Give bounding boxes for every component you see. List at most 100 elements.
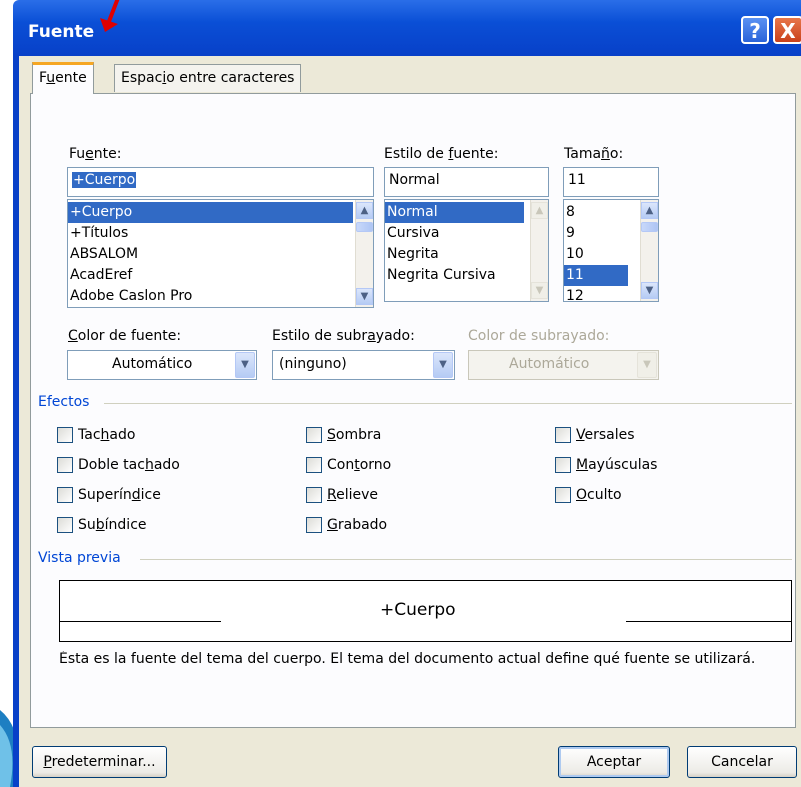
size-list-item[interactable]: 12 bbox=[564, 286, 628, 301]
effect-label: Tachado bbox=[78, 427, 136, 443]
checkbox-icon[interactable] bbox=[57, 517, 73, 533]
effect-label: Relieve bbox=[327, 487, 379, 503]
underline-style-label: Estilo de subrayado: bbox=[272, 328, 415, 344]
window-title: Fuente bbox=[28, 22, 95, 42]
scroll-up-icon: ▲ bbox=[531, 202, 548, 219]
title-bar[interactable] bbox=[13, 0, 801, 56]
tab-fuente[interactable]: Fuente bbox=[32, 62, 94, 94]
style-list-item[interactable]: Cursiva bbox=[385, 223, 524, 244]
underline-color-combo: Automático ▼ bbox=[468, 350, 659, 380]
scroll-down-icon: ▼ bbox=[531, 282, 548, 299]
font-size-listbox[interactable]: 8 9 10 11 12 ▲ ▼ bbox=[563, 199, 659, 302]
underline-style-combo[interactable]: (ninguno) ▼ bbox=[272, 350, 455, 380]
effect-checkbox-superindice[interactable]: Superíndice bbox=[57, 487, 161, 503]
font-style-scrollbar[interactable]: ▲ ▼ bbox=[530, 200, 548, 301]
font-style-listbox[interactable]: Normal Cursiva Negrita Negrita Cursiva ▲ ▼ bbox=[384, 199, 549, 302]
chevron-down-icon: ▼ bbox=[637, 352, 657, 378]
effect-label: Subíndice bbox=[78, 517, 147, 533]
effects-group-line bbox=[104, 403, 792, 404]
preview-group-title: Vista previa bbox=[38, 550, 127, 566]
font-size-scrollbar[interactable]: ▲ ▼ bbox=[640, 200, 658, 301]
font-list-item[interactable]: +Títulos bbox=[68, 223, 353, 244]
effect-label: Sombra bbox=[327, 427, 382, 443]
effect-label: Versales bbox=[576, 427, 635, 443]
font-label: Fuente: bbox=[69, 146, 122, 162]
checkbox-icon[interactable] bbox=[306, 487, 322, 503]
font-list-item[interactable]: +Cuerpo bbox=[68, 202, 353, 223]
font-color-combo[interactable]: Automático ▼ bbox=[67, 350, 257, 380]
underline-color-value: Automático bbox=[509, 356, 590, 372]
checkbox-icon[interactable] bbox=[555, 457, 571, 473]
font-color-label: Color de fuente: bbox=[68, 328, 182, 344]
effect-checkbox-subindice[interactable]: Subíndice bbox=[57, 517, 147, 533]
font-size-label: Tamaño: bbox=[564, 146, 624, 162]
scroll-thumb[interactable] bbox=[356, 222, 373, 232]
style-list-item[interactable]: Negrita bbox=[385, 244, 524, 265]
checkbox-icon[interactable] bbox=[306, 427, 322, 443]
red-arrow-annotation bbox=[100, 0, 120, 32]
font-list-item[interactable]: Adobe Caslon Pro bbox=[68, 286, 353, 307]
chevron-down-icon[interactable]: ▼ bbox=[235, 352, 255, 378]
size-list-item[interactable]: 8 bbox=[564, 202, 628, 223]
scroll-down-icon[interactable]: ▼ bbox=[356, 288, 373, 305]
effect-checkbox-contorno[interactable]: Contorno bbox=[306, 457, 391, 473]
effect-checkbox-relieve[interactable]: Relieve bbox=[306, 487, 378, 503]
effect-checkbox-versales[interactable]: Versales bbox=[555, 427, 635, 443]
scroll-down-icon[interactable]: ▼ bbox=[641, 282, 658, 299]
preview-baseline-left bbox=[60, 621, 221, 622]
font-size-input[interactable]: 11 bbox=[563, 167, 659, 197]
scroll-thumb[interactable] bbox=[641, 222, 658, 232]
tab-espacio-label: Espacio entre caracteres bbox=[121, 70, 295, 86]
font-input-value: +Cuerpo bbox=[72, 172, 137, 188]
checkbox-icon[interactable] bbox=[57, 457, 73, 473]
style-list-item[interactable]: Negrita Cursiva bbox=[385, 265, 524, 286]
checkbox-icon[interactable] bbox=[57, 427, 73, 443]
effect-label: Superíndice bbox=[78, 487, 161, 503]
underline-color-label: Color de subrayado: bbox=[468, 328, 610, 344]
effect-checkbox-mayusculas[interactable]: Mayúsculas bbox=[555, 457, 657, 473]
tab-fuente-label: Fuente bbox=[39, 70, 87, 86]
effect-checkbox-doble-tachado[interactable]: Doble tachado bbox=[57, 457, 180, 473]
font-list-item[interactable]: ABSALOM bbox=[68, 244, 353, 265]
preview-description: Ésta es la fuente del tema del cuerpo. E… bbox=[59, 651, 756, 667]
effect-label: Grabado bbox=[327, 517, 388, 533]
preview-box: +Cuerpo bbox=[59, 580, 792, 642]
ok-button[interactable]: Aceptar bbox=[558, 746, 670, 778]
font-style-label: Estilo de fuente: bbox=[384, 146, 499, 162]
preview-baseline-right bbox=[626, 621, 792, 622]
underline-style-value: (ninguno) bbox=[279, 356, 347, 372]
scroll-up-icon[interactable]: ▲ bbox=[641, 202, 658, 219]
effects-group-title: Efectos bbox=[38, 394, 96, 410]
scroll-up-icon[interactable]: ▲ bbox=[356, 202, 373, 219]
style-list-item[interactable]: Normal bbox=[385, 202, 524, 223]
chevron-down-icon[interactable]: ▼ bbox=[433, 352, 453, 378]
font-input[interactable]: +Cuerpo bbox=[67, 167, 374, 197]
preview-sample-text: +Cuerpo bbox=[380, 600, 456, 620]
checkbox-icon[interactable] bbox=[57, 487, 73, 503]
size-list-item[interactable]: 9 bbox=[564, 223, 628, 244]
cancel-button[interactable]: Cancelar bbox=[687, 746, 797, 778]
effect-checkbox-oculto[interactable]: Oculto bbox=[555, 487, 622, 503]
effect-checkbox-tachado[interactable]: Tachado bbox=[57, 427, 135, 443]
effect-label: Mayúsculas bbox=[576, 457, 658, 473]
effect-checkbox-sombra[interactable]: Sombra bbox=[306, 427, 381, 443]
checkbox-icon[interactable] bbox=[555, 487, 571, 503]
font-color-value: Automático bbox=[112, 356, 193, 372]
checkbox-icon[interactable] bbox=[555, 427, 571, 443]
set-default-button[interactable]: Predeterminar... bbox=[32, 746, 167, 778]
close-button[interactable]: X bbox=[773, 16, 801, 44]
font-list-scrollbar[interactable]: ▲ ▼ bbox=[355, 200, 373, 307]
font-style-input[interactable]: Normal bbox=[384, 167, 549, 197]
effect-label: Doble tachado bbox=[78, 457, 180, 473]
size-list-item[interactable]: 10 bbox=[564, 244, 628, 265]
checkbox-icon[interactable] bbox=[306, 517, 322, 533]
tab-espacio-entre-caracteres[interactable]: Espacio entre caracteres bbox=[114, 64, 302, 92]
help-button[interactable]: ? bbox=[741, 16, 769, 44]
checkbox-icon[interactable] bbox=[306, 457, 322, 473]
size-list-item[interactable]: 11 bbox=[564, 265, 628, 286]
effect-label: Oculto bbox=[576, 487, 622, 503]
effect-checkbox-grabado[interactable]: Grabado bbox=[306, 517, 387, 533]
preview-group-line bbox=[140, 559, 792, 560]
font-listbox[interactable]: +Cuerpo +Títulos ABSALOM AcadEref Adobe Casl… bbox=[67, 199, 374, 308]
font-list-item[interactable]: AcadEref bbox=[68, 265, 353, 286]
